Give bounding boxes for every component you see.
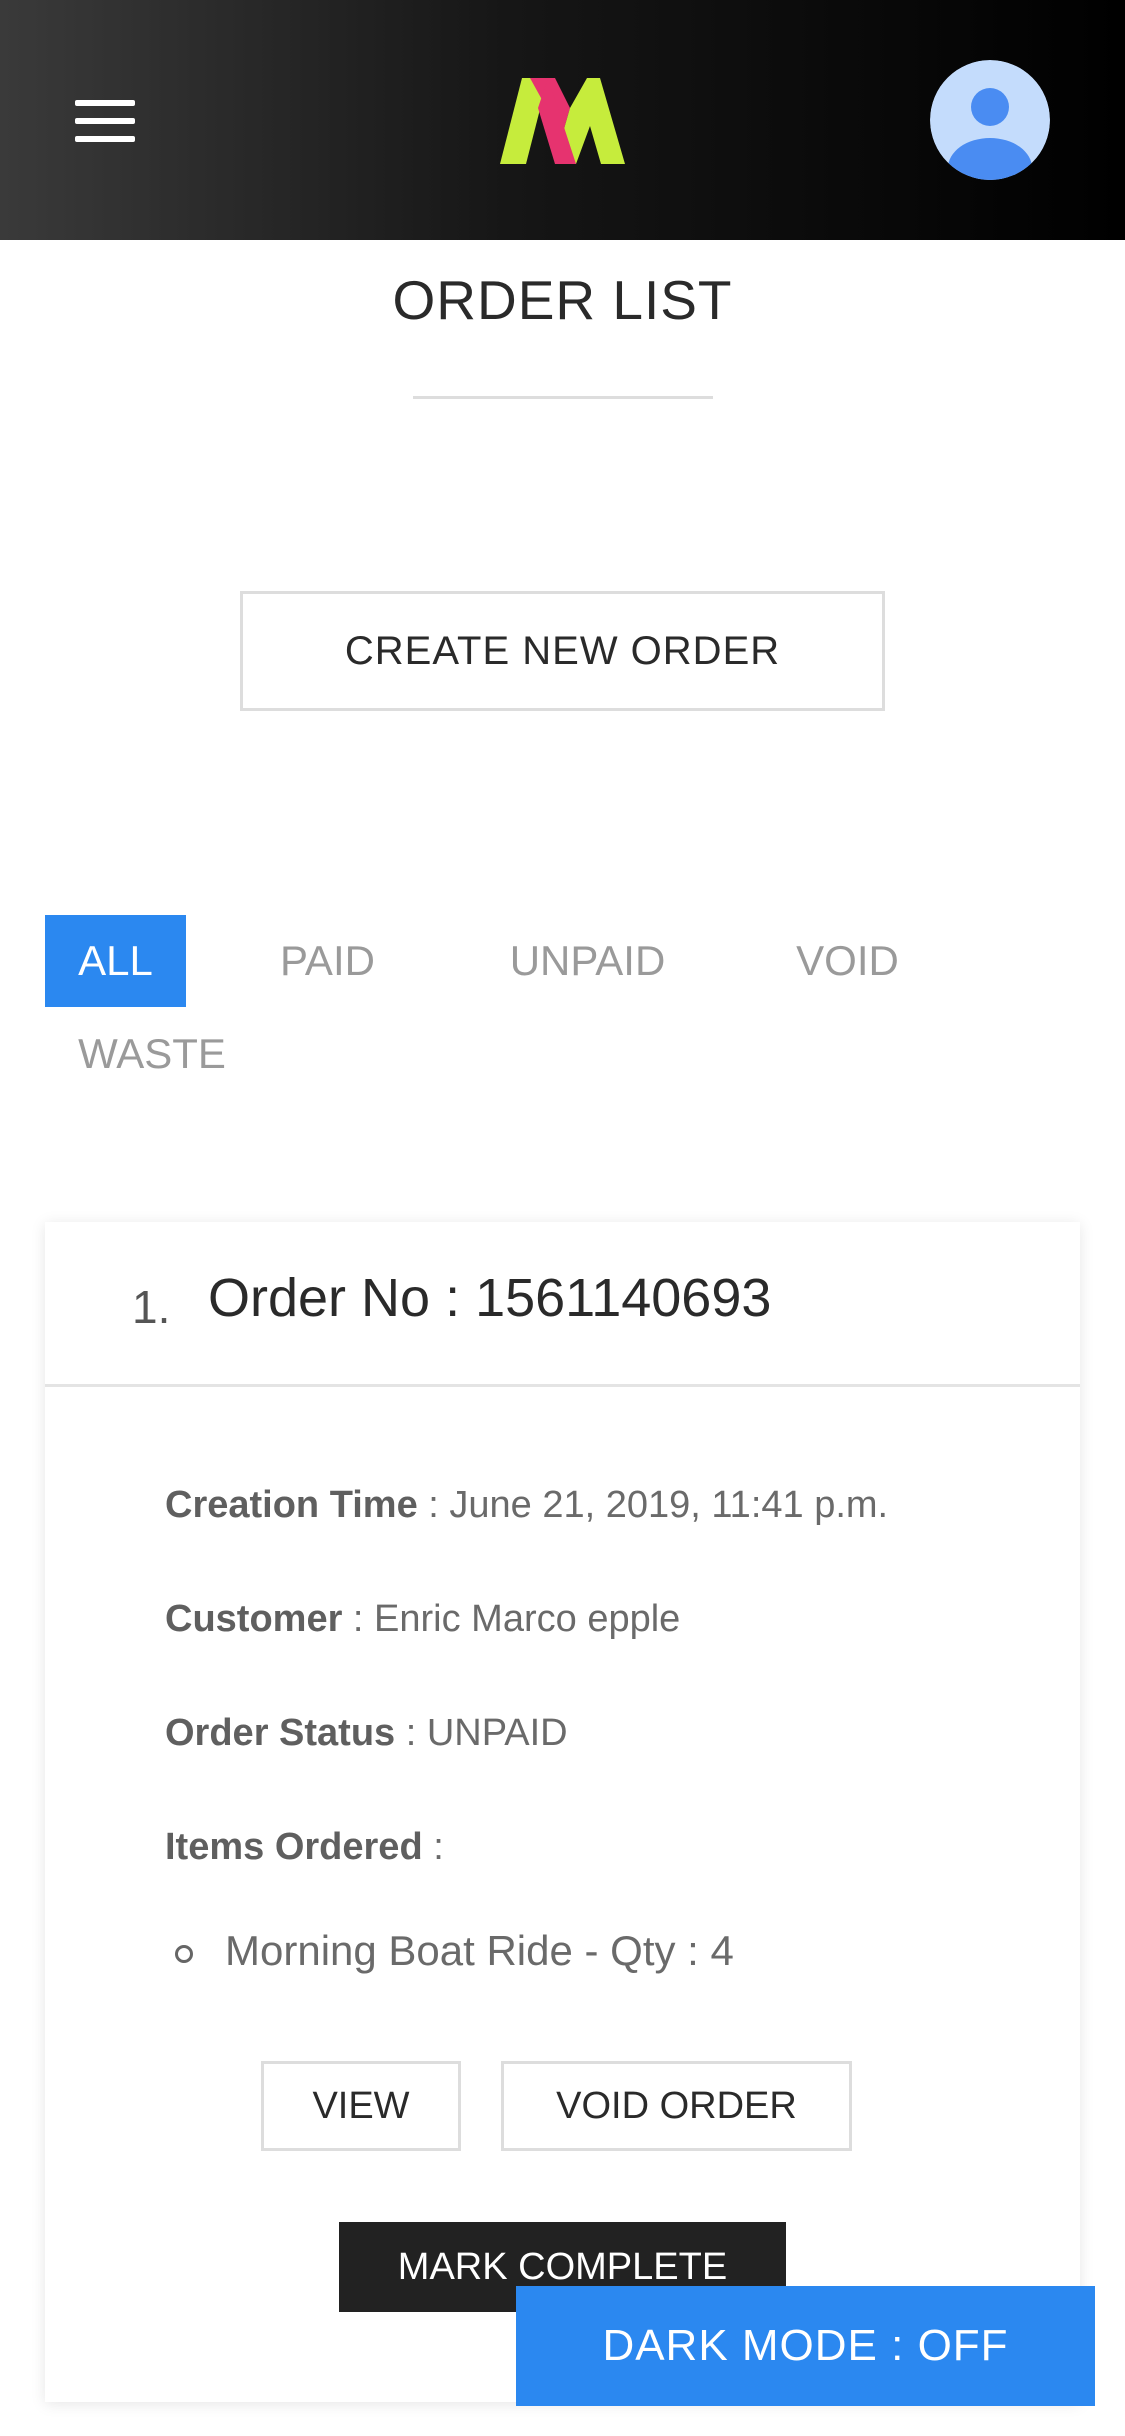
create-new-order-button[interactable]: CREATE NEW ORDER (240, 591, 885, 711)
page-title: ORDER LIST (392, 269, 733, 331)
items-ordered-suffix: : (422, 1826, 444, 1868)
brand-logo-icon[interactable] (500, 78, 625, 164)
tab-unpaid[interactable]: UNPAID (480, 915, 695, 1007)
items-ordered-field: Items Ordered : (165, 1826, 444, 1869)
order-index: 1. (132, 1281, 171, 1333)
order-list-page: ORDER LIST CREATE NEW ORDER ALL PAID UNP… (0, 0, 1125, 2436)
order-card: 1. Order No : 1561140693 Creation Time :… (45, 1222, 1080, 2402)
creation-time-value: : June 21, 2019, 11:41 p.m. (417, 1484, 889, 1526)
order-status-label: Order Status (165, 1712, 396, 1754)
customer-label: Customer (165, 1598, 343, 1640)
tab-paid[interactable]: PAID (255, 915, 400, 1007)
title-divider (413, 396, 713, 399)
void-order-button[interactable]: VOID ORDER (501, 2061, 852, 2151)
customer-value: : Enric Marco epple (342, 1598, 681, 1640)
dark-mode-toggle-button[interactable]: DARK MODE : OFF (516, 2286, 1095, 2406)
order-number: Order No : 1561140693 (208, 1268, 772, 1328)
tab-all[interactable]: ALL (45, 915, 186, 1007)
order-status-value: : UNPAID (395, 1712, 568, 1754)
creation-time-field: Creation Time : June 21, 2019, 11:41 p.m… (165, 1484, 888, 1527)
list-bullet-icon (175, 1945, 193, 1963)
app-header (0, 0, 1125, 240)
tab-waste[interactable]: WASTE (62, 1008, 242, 1100)
tab-void[interactable]: VOID (775, 915, 920, 1007)
items-ordered-label: Items Ordered (165, 1826, 423, 1868)
order-card-header: 1. Order No : 1561140693 (45, 1222, 1080, 1387)
hamburger-menu-icon[interactable] (75, 100, 135, 142)
user-avatar-icon[interactable] (930, 60, 1050, 180)
view-order-button[interactable]: VIEW (261, 2061, 461, 2151)
creation-time-label: Creation Time (165, 1484, 418, 1526)
list-item: Morning Boat Ride - Qty : 4 (225, 1927, 734, 1974)
customer-field: Customer : Enric Marco epple (165, 1598, 680, 1641)
order-status-field: Order Status : UNPAID (165, 1712, 568, 1755)
